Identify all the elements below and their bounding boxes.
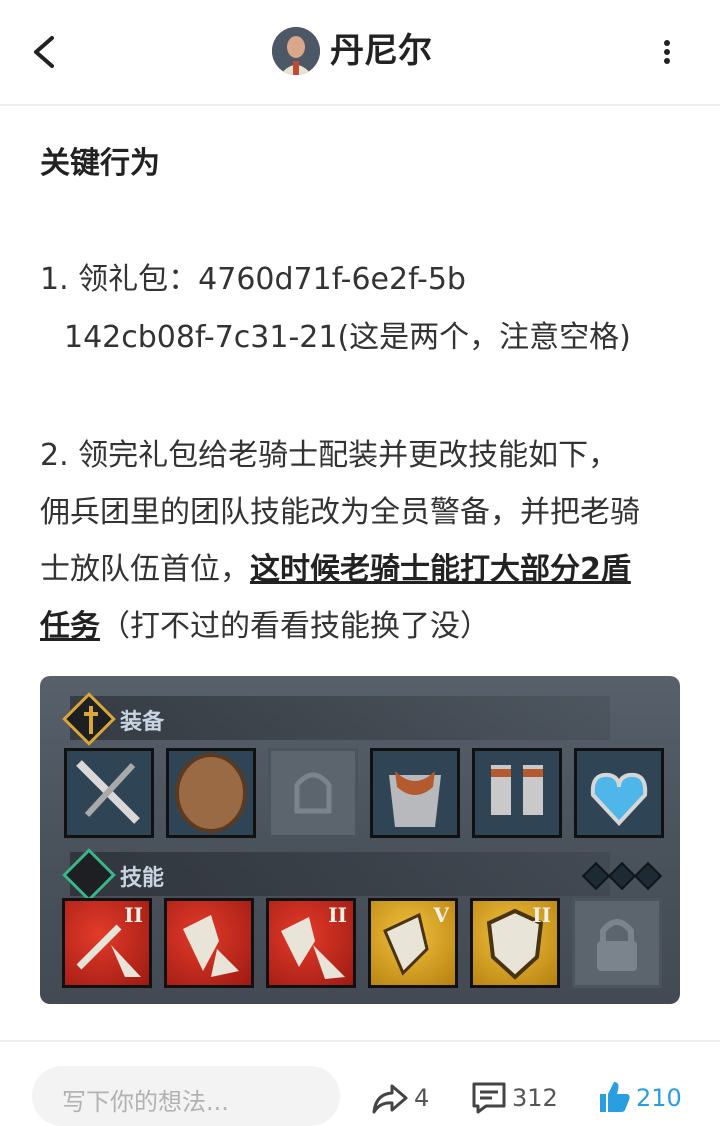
skill-slot — [164, 898, 254, 988]
comment-input[interactable]: 写下你的想法... — [32, 1066, 340, 1126]
skill-level: II — [532, 903, 551, 927]
game-screenshot[interactable]: 装备 技能 II II V II — [40, 676, 680, 1004]
author-avatar[interactable] — [272, 27, 320, 75]
skill-slot: II — [470, 898, 560, 988]
equip-label: 装备 — [120, 710, 165, 735]
skill-slot: V — [368, 898, 458, 988]
locked-skill-slot — [572, 898, 662, 988]
highlight-text: 这时候老骑士能打大部分2盾 — [250, 552, 631, 587]
step2-line4: 任务（打不过的看看技能换了没） — [40, 607, 490, 647]
like-button[interactable]: 210 — [596, 1076, 686, 1120]
weapon-slot — [64, 748, 154, 838]
amulet-slot — [574, 748, 664, 838]
share-button[interactable]: 4 — [370, 1076, 440, 1120]
step2-line3: 士放队伍首位，这时候老骑士能打大部分2盾 — [40, 550, 631, 590]
share-count: 4 — [414, 1084, 430, 1112]
helmet-slot-empty — [268, 748, 358, 838]
armor-slot — [370, 748, 460, 838]
comment-count: 312 — [512, 1084, 558, 1112]
step2-line1: 2. 领完礼包给老骑士配装并更改技能如下， — [40, 438, 619, 473]
share-icon — [372, 1084, 408, 1114]
more-vertical-icon[interactable] — [650, 30, 684, 74]
step1-line2: 142cb08f-7c31-21(这是两个，注意空格) — [64, 320, 631, 355]
step2-line3-text: 士放队伍首位， — [40, 552, 250, 587]
thumbs-up-icon — [600, 1082, 630, 1112]
skill-slot: II — [62, 898, 152, 988]
slot-pip-icon — [633, 861, 663, 891]
comment-icon — [472, 1082, 506, 1114]
step2-line4-text: （打不过的看看技能换了没） — [100, 609, 490, 644]
boots-slot — [472, 748, 562, 838]
highlight-text-end: 任务 — [40, 609, 100, 644]
skill-level: V — [433, 903, 449, 927]
comment-button[interactable]: 312 — [470, 1076, 560, 1120]
bottom-bar: 写下你的想法... 4 312 210 — [0, 1040, 720, 1126]
top-bar: 丹尼尔 — [0, 0, 720, 106]
section-heading: 关键行为 — [40, 146, 160, 181]
skill-level: II — [124, 903, 143, 927]
skill-slot: II — [266, 898, 356, 988]
step1-line1: 1. 领礼包：4760d71f-6e2f-5b — [40, 262, 466, 297]
step2-line2: 佣兵团里的团队技能改为全员警备，并把老骑 — [40, 495, 640, 530]
slot-pip-icon — [607, 861, 637, 891]
comment-placeholder: 写下你的想法... — [62, 1088, 229, 1116]
author-name[interactable]: 丹尼尔 — [330, 28, 432, 74]
skill-level: II — [328, 903, 347, 927]
skill-label: 技能 — [120, 866, 165, 891]
like-count: 210 — [636, 1084, 682, 1112]
back-arrow-icon[interactable] — [26, 28, 66, 76]
shield-slot — [166, 748, 256, 838]
